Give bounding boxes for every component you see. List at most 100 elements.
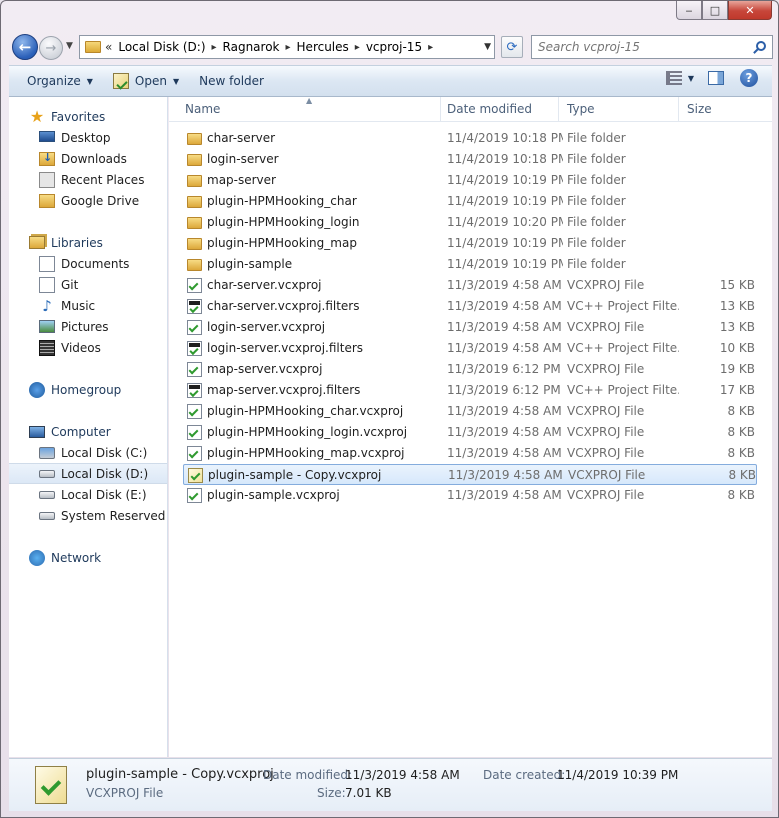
sidebar-item-videos[interactable]: Videos (9, 337, 167, 358)
maximize-button[interactable]: □ (702, 1, 728, 20)
vcxproj-file-icon (187, 404, 202, 419)
filters-file-icon (187, 383, 202, 398)
file-date: 11/3/2019 4:58 AM (447, 425, 562, 439)
file-name: map-server.vcxproj (207, 362, 323, 376)
folder-icon (187, 133, 202, 145)
vcxproj-file-icon (112, 73, 129, 89)
file-row[interactable]: plugin-sample 11/4/2019 10:19 PM File fo… (183, 254, 757, 275)
file-row[interactable]: plugin-HPMHooking_map.vcxproj 11/3/2019 … (183, 443, 757, 464)
file-type: File folder (567, 173, 626, 187)
sidebar-item-music[interactable]: ♪ Music (9, 295, 167, 316)
minimize-button[interactable]: ‒ (676, 1, 702, 20)
file-row[interactable]: plugin-HPMHooking_login 11/4/2019 10:20 … (183, 212, 757, 233)
file-size (683, 149, 755, 170)
file-type: VCXPROJ File (567, 362, 645, 376)
chevron-right-icon[interactable]: ▸ (355, 42, 360, 53)
column-type[interactable]: Type (559, 97, 679, 122)
column-date-modified[interactable]: Date modified (439, 97, 559, 122)
file-name: plugin-sample.vcxproj (207, 488, 340, 502)
file-list: ▲ Name Date modified Type Size char-serv… (169, 96, 772, 757)
back-arrow-icon: ← (18, 38, 32, 56)
back-button[interactable]: ← (12, 34, 38, 60)
search-input[interactable] (532, 37, 742, 57)
sidebar-item-pictures[interactable]: Pictures (9, 316, 167, 337)
address-bar[interactable]: « Local Disk (D:) ▸ Ragnarok ▸ Hercules … (79, 35, 495, 59)
column-header: ▲ Name Date modified Type Size (169, 96, 772, 122)
forward-button[interactable]: → (39, 36, 63, 60)
sidebar-item-recent-places[interactable]: Recent Places (9, 169, 167, 190)
file-row[interactable]: login-server.vcxproj 11/3/2019 4:58 AM V… (183, 317, 757, 338)
file-date: 11/3/2019 4:58 AM (447, 446, 562, 460)
file-date: 11/3/2019 4:58 AM (447, 404, 562, 418)
file-size (683, 254, 755, 275)
file-row[interactable]: map-server 11/4/2019 10:19 PM File folde… (183, 170, 757, 191)
file-row[interactable]: plugin-HPMHooking_char 11/4/2019 10:19 P… (183, 191, 757, 212)
breadcrumb-overflow[interactable]: « (105, 40, 112, 54)
file-size: 19 KB (719, 362, 755, 376)
sidebar-group-computer[interactable]: Computer (9, 421, 167, 442)
help-icon[interactable]: ? (740, 69, 758, 87)
sidebar-group-label: Network (51, 550, 102, 565)
sidebar-item-local-disk-e[interactable]: Local Disk (E:) (9, 484, 167, 505)
preview-pane-icon[interactable] (708, 71, 724, 85)
file-date: 11/3/2019 4:58 AM (447, 299, 562, 313)
file-type: File folder (567, 152, 626, 166)
details-size-value: 7.01 KB (345, 786, 392, 800)
sidebar-item-system-reserved[interactable]: System Reserved (H: (9, 505, 167, 526)
close-button[interactable]: ✕ (728, 1, 772, 20)
refresh-button[interactable]: ⟳ (501, 36, 523, 58)
file-row[interactable]: char-server 11/4/2019 10:18 PM File fold… (183, 128, 757, 149)
file-row[interactable]: map-server.vcxproj.filters 11/3/2019 6:1… (183, 380, 757, 401)
file-row[interactable]: plugin-HPMHooking_login.vcxproj 11/3/201… (183, 422, 757, 443)
window-controls: ‒ □ ✕ (676, 1, 772, 20)
sidebar-group-favorites[interactable]: ★ Favorites (9, 106, 167, 127)
file-row[interactable]: plugin-HPMHooking_map 11/4/2019 10:19 PM… (183, 233, 757, 254)
file-name: plugin-HPMHooking_char (207, 194, 357, 208)
file-name: login-server (207, 152, 279, 166)
recent-pages-dropdown-icon[interactable]: ▼ (66, 41, 73, 51)
breadcrumb: « Local Disk (D:) ▸ Ragnarok ▸ Hercules … (105, 40, 439, 54)
sidebar-group-libraries[interactable]: Libraries (9, 232, 167, 253)
sidebar-item-desktop[interactable]: Desktop (9, 127, 167, 148)
file-row[interactable]: login-server.vcxproj.filters 11/3/2019 4… (183, 338, 757, 359)
file-type: VCXPROJ File (568, 468, 646, 482)
view-options-dropdown-icon[interactable]: ▼ (688, 74, 694, 83)
file-row[interactable]: plugin-sample.vcxproj 11/3/2019 4:58 AM … (183, 485, 757, 506)
file-row[interactable]: login-server 11/4/2019 10:18 PM File fol… (183, 149, 757, 170)
sidebar-item-downloads[interactable]: Downloads (9, 148, 167, 169)
file-date: 11/4/2019 10:18 PM (447, 131, 563, 145)
chevron-down-icon: ▼ (172, 76, 180, 86)
file-row[interactable]: char-server.vcxproj.filters 11/3/2019 4:… (183, 296, 757, 317)
sidebar-item-local-disk-d[interactable]: Local Disk (D:) (9, 463, 167, 484)
folder-icon (187, 196, 202, 208)
sidebar-item-google-drive[interactable]: Google Drive (9, 190, 167, 211)
sidebar-item-documents[interactable]: Documents (9, 253, 167, 274)
column-name[interactable]: Name (177, 97, 441, 122)
sidebar-group-network[interactable]: Network (9, 547, 167, 568)
sidebar-item-git[interactable]: Git (9, 274, 167, 295)
file-row-selected[interactable]: plugin-sample - Copy.vcxproj 11/3/2019 4… (183, 464, 757, 485)
organize-button[interactable]: Organize ▼ (17, 69, 103, 93)
breadcrumb-hercules[interactable]: Hercules (297, 40, 349, 54)
new-folder-label: New folder (199, 74, 264, 88)
sidebar-item-local-disk-c[interactable]: Local Disk (C:) (9, 442, 167, 463)
file-row[interactable]: map-server.vcxproj 11/3/2019 6:12 PM VCX… (183, 359, 757, 380)
sidebar-group-homegroup[interactable]: Homegroup (9, 379, 167, 400)
search-icon[interactable] (756, 41, 766, 51)
open-button[interactable]: Open ▼ (103, 69, 189, 93)
breadcrumb-vcproj-15[interactable]: vcproj-15 (366, 40, 422, 54)
change-view-icon[interactable] (665, 71, 682, 85)
breadcrumb-local-disk-d[interactable]: Local Disk (D:) (118, 40, 205, 54)
file-row[interactable]: plugin-HPMHooking_char.vcxproj 11/3/2019… (183, 401, 757, 422)
sidebar-group-label: Favorites (51, 109, 106, 124)
address-dropdown-icon[interactable]: ▼ (484, 42, 491, 52)
file-row[interactable]: char-server.vcxproj 11/3/2019 4:58 AM VC… (183, 275, 757, 296)
new-folder-button[interactable]: New folder (189, 69, 274, 93)
chevron-right-icon[interactable]: ▸ (212, 42, 217, 53)
file-size: 8 KB (727, 488, 755, 502)
column-size[interactable]: Size (679, 97, 757, 122)
breadcrumb-ragnarok[interactable]: Ragnarok (223, 40, 280, 54)
chevron-right-icon[interactable]: ▸ (286, 42, 291, 53)
search-box[interactable] (531, 35, 773, 59)
chevron-right-icon[interactable]: ▸ (428, 42, 433, 53)
